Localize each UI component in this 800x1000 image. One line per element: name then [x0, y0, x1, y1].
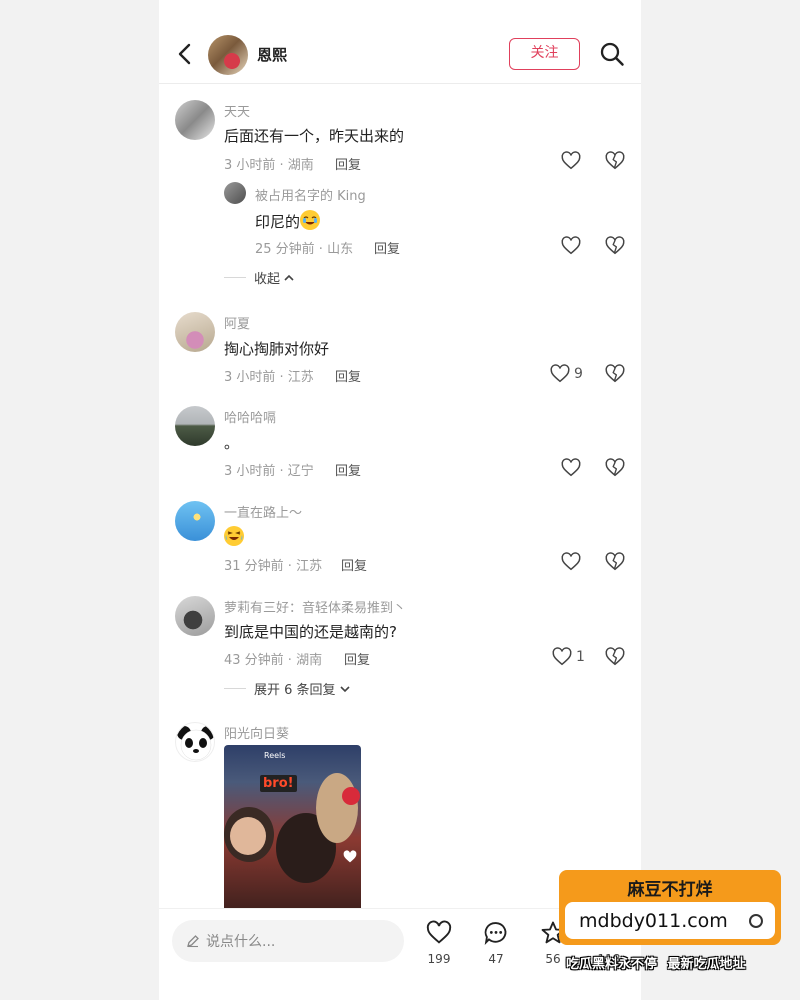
promo-title: 麻豆不打烊: [627, 880, 713, 900]
reply-button[interactable]: 回复: [374, 238, 400, 257]
like-button[interactable]: 9: [549, 363, 583, 385]
comment-input-placeholder: 说点什么...: [206, 934, 276, 950]
broken-heart-icon[interactable]: [604, 457, 626, 479]
reply-avatar[interactable]: [224, 182, 246, 204]
collapse-replies-button[interactable]: 收起: [224, 268, 295, 287]
comment-meta: 3 小时前 · 辽宁: [224, 464, 314, 479]
expand-replies-button[interactable]: 展开 6 条回复: [224, 679, 351, 698]
reply-button[interactable]: 回复: [335, 366, 361, 385]
commenter-avatar[interactable]: [175, 100, 215, 140]
video-overlay-text: bro!: [260, 775, 297, 792]
promo-caption: 吃瓜黑料永不停 最新吃瓜地址: [566, 957, 746, 972]
comment-input[interactable]: 说点什么...: [172, 920, 404, 962]
like-count: 1: [576, 649, 585, 665]
pencil-icon: [187, 935, 199, 948]
reply-username[interactable]: 被占用名字的 King: [255, 185, 366, 204]
comment-meta: 43 分钟前 · 湖南: [224, 653, 323, 668]
promo-url[interactable]: mdbdy011.com: [565, 902, 775, 939]
panda-icon: [177, 726, 214, 761]
search-icon[interactable]: [599, 41, 625, 67]
commenter-avatar[interactable]: [175, 501, 215, 541]
heart-icon[interactable]: [560, 457, 582, 479]
promo-banner[interactable]: 麻豆不打烊 mdbdy011.com: [559, 870, 781, 945]
comment-meta: 3 小时前 · 湖南: [224, 158, 314, 173]
comment-meta: 3 小时前 · 江苏: [224, 370, 314, 385]
follow-button[interactable]: 关注: [509, 38, 580, 70]
commenter-name[interactable]: 一直在路上～: [224, 502, 302, 521]
promo-url-text: mdbdy011.com: [579, 909, 728, 932]
reply-button[interactable]: 回复: [344, 649, 370, 668]
comment-emoji: [224, 526, 244, 547]
commenter-name[interactable]: 阳光向日葵: [224, 723, 289, 742]
heart-icon[interactable]: [560, 150, 582, 172]
comment-page: 恩熙 关注 天天 后面还有一个，昨天出来的 3 小时前 · 湖南 回复 被占用名…: [159, 0, 641, 1000]
chevron-up-icon: [284, 274, 294, 281]
comment-text: 到底是中国的还是越南的?: [224, 623, 397, 641]
heart-icon: [552, 647, 572, 666]
emoji-face-icon: [300, 210, 321, 230]
back-arrow-icon[interactable]: [175, 42, 195, 66]
author-name[interactable]: 恩熙: [257, 44, 287, 65]
reply-button[interactable]: 回复: [335, 460, 361, 479]
laughing-crying-emoji-icon: [224, 526, 244, 546]
broken-heart-icon[interactable]: [604, 150, 626, 172]
reply-text: 印尼的: [255, 213, 301, 231]
commenter-avatar[interactable]: [175, 406, 215, 446]
commenter-name[interactable]: 阿夏: [224, 313, 250, 332]
heart-icon[interactable]: [560, 235, 582, 257]
heart-icon: [426, 920, 452, 944]
broken-heart-icon[interactable]: [604, 235, 626, 257]
record-icon: [342, 787, 360, 805]
commenter-name[interactable]: 萝莉有三好：音轻体柔易推到丶: [224, 597, 406, 616]
like-action[interactable]: 199: [419, 919, 459, 966]
reply-text-wrap: 印尼的: [255, 210, 321, 232]
broken-heart-icon[interactable]: [604, 363, 626, 385]
reply-button[interactable]: 回复: [335, 154, 361, 173]
divider-line: [224, 688, 246, 689]
heart-icon: [343, 850, 357, 863]
comment-meta: 31 分钟前 · 江苏: [224, 559, 323, 574]
heart-icon: [550, 364, 570, 383]
commenter-name[interactable]: 哈哈哈嗝: [224, 407, 276, 426]
author-avatar[interactable]: [208, 35, 248, 75]
reply-meta: 25 分钟前 · 山东: [255, 242, 354, 257]
reply-button[interactable]: 回复: [341, 555, 367, 574]
toggle-label: 收起: [254, 272, 281, 287]
commenter-name[interactable]: 天天: [224, 101, 250, 120]
heart-icon[interactable]: [560, 551, 582, 573]
comment-text: 掏心掏肺对你好: [224, 340, 330, 358]
commenter-avatar[interactable]: [175, 312, 215, 352]
like-count: 9: [574, 366, 583, 382]
like-button[interactable]: 1: [551, 646, 585, 668]
toggle-label: 展开 6 条回复: [254, 683, 336, 698]
like-count: 199: [427, 952, 451, 966]
video-top-label: Reels: [264, 751, 286, 760]
broken-heart-icon[interactable]: [604, 551, 626, 573]
broken-heart-icon[interactable]: [604, 646, 626, 668]
panda-avatar[interactable]: [175, 722, 215, 762]
chevron-down-icon: [339, 685, 350, 692]
top-bar: 恩熙 关注: [159, 26, 641, 84]
video-figure: [316, 773, 358, 843]
circle-icon: [749, 914, 763, 928]
video-thumbnail[interactable]: Reels bro!: [224, 745, 361, 915]
comment-count: 47: [488, 952, 504, 966]
commenter-avatar[interactable]: [175, 596, 215, 636]
comment-bubble-icon: [484, 922, 507, 946]
video-figure: [230, 817, 266, 855]
divider-line: [224, 277, 246, 278]
comment-text: 。: [224, 434, 240, 452]
comment-text: 后面还有一个，昨天出来的: [224, 127, 405, 145]
comment-action[interactable]: 47: [476, 919, 516, 966]
